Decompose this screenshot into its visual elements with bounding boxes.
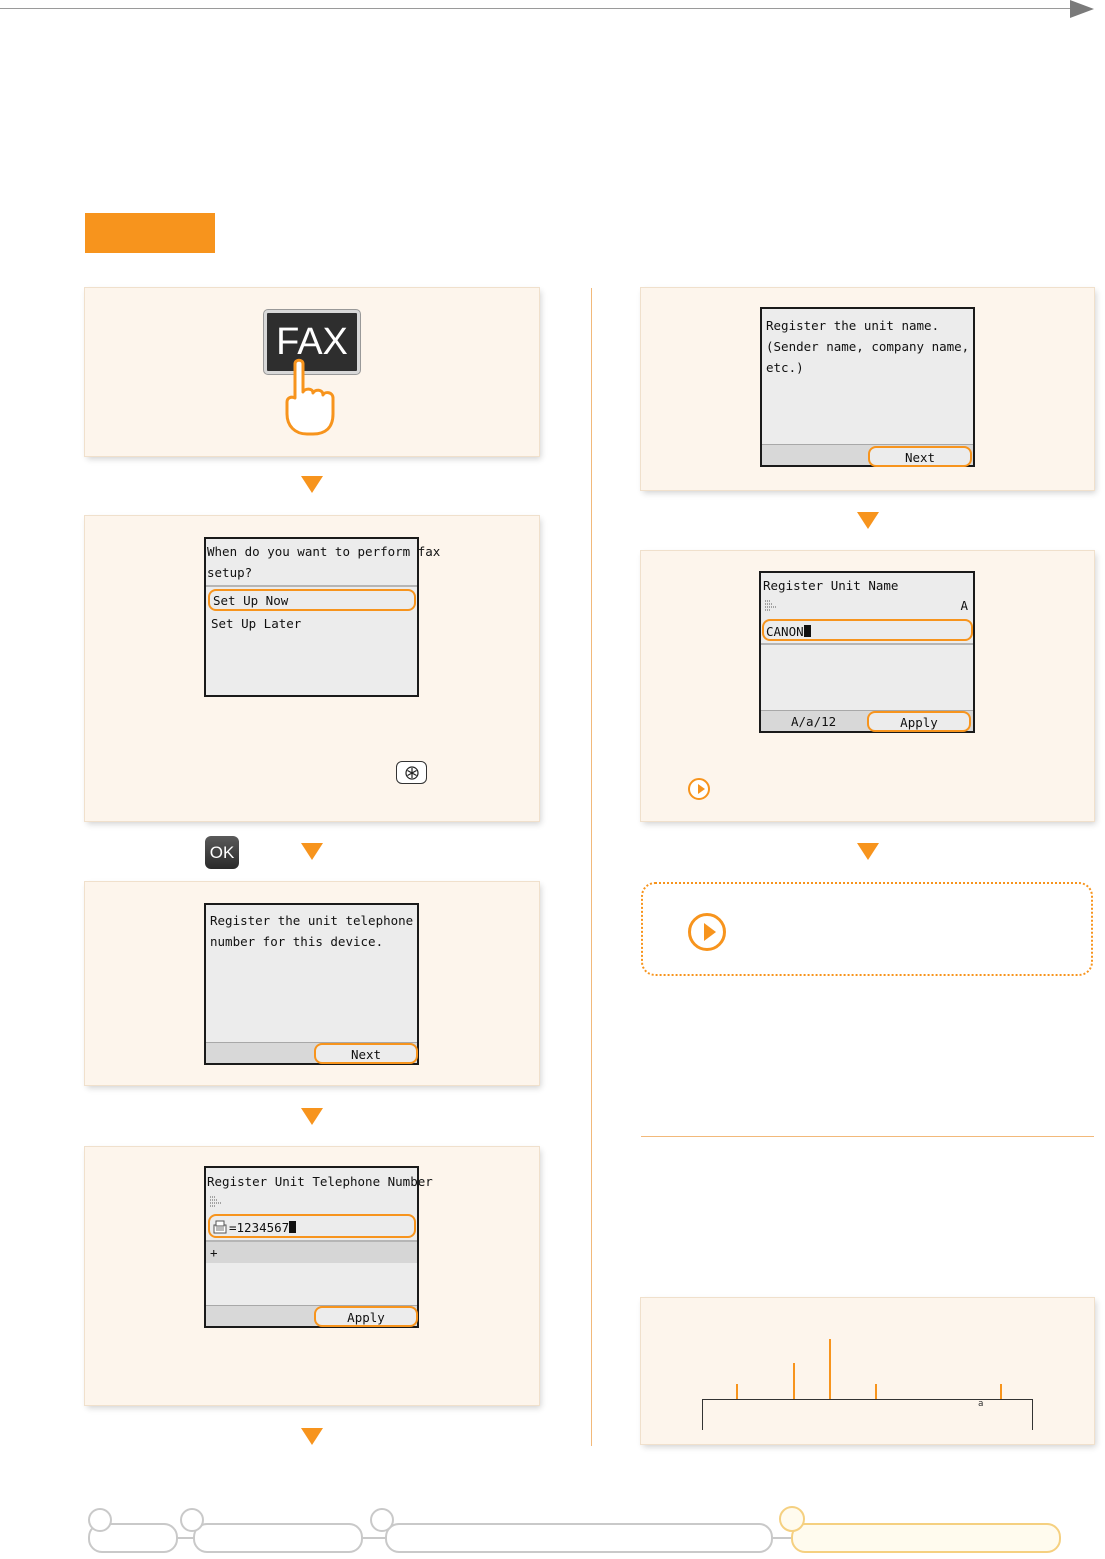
nav-connector [771, 1537, 793, 1539]
name-entry-screen: Register Unit Name A CANON A/a/12 Apply [759, 571, 975, 733]
ruler-tick [736, 1384, 738, 1399]
ruler-tick [875, 1384, 877, 1399]
section-tab [85, 213, 215, 253]
next-button-label: Next [350, 1047, 382, 1062]
set-up-now-label: Set Up Now [213, 593, 289, 608]
finger-press-icon [285, 358, 335, 436]
step-arrow-down-icon [857, 843, 879, 860]
next-button-label: Next [904, 450, 936, 465]
ok-key-label: OK [209, 842, 235, 862]
unit-name-input[interactable]: CANON [762, 619, 973, 641]
nav-step-2[interactable] [193, 1523, 363, 1553]
step-name-entry-panel: Register Unit Name A CANON A/a/12 Apply [641, 551, 1094, 821]
nav-step-2-dot [180, 1508, 204, 1532]
lcd-divider [761, 643, 973, 645]
nav-step-1-dot [88, 1508, 112, 1532]
tone-key-icon[interactable] [396, 761, 427, 784]
plus-symbol: + [210, 1245, 218, 1260]
setup-question-text: When do you want to perform fax setup? [207, 544, 441, 580]
column-divider [591, 288, 592, 1446]
text-cursor [289, 1221, 297, 1233]
apply-button[interactable]: Apply [867, 711, 971, 732]
step-arrow-down-icon [301, 476, 323, 493]
nav-step-3[interactable] [385, 1523, 773, 1553]
apply-button-label: Apply [900, 715, 938, 730]
fax-machine-icon [213, 1220, 227, 1234]
section-divider [641, 1136, 1094, 1137]
reference-arrow-icon [688, 913, 726, 951]
ruler-tick [1000, 1384, 1002, 1399]
set-up-later-option[interactable]: Set Up Later [211, 613, 301, 634]
top-rule [0, 8, 1070, 9]
tel-intro-text: Register the unit telephone number for t… [210, 913, 414, 949]
tel-intro-screen: Register the unit telephone number for t… [204, 903, 419, 1065]
tel-entry-title: Register Unit Telephone Number [207, 1174, 433, 1189]
next-page-arrow-icon [1070, 0, 1094, 18]
input-mode-indicator: A [960, 598, 968, 613]
step-setup-question-panel: When do you want to perform fax setup? S… [85, 516, 539, 821]
setup-question-screen: When do you want to perform fax setup? S… [204, 537, 440, 697]
step-arrow-down-icon [301, 843, 323, 860]
apply-button-label: Apply [347, 1310, 385, 1325]
telephone-number-input[interactable]: = 1234567 [208, 1214, 416, 1238]
ruler-left-edge [702, 1399, 703, 1430]
step-arrow-down-icon [301, 1428, 323, 1445]
set-up-now-option[interactable]: Set Up Now [208, 589, 416, 611]
nav-connector [361, 1537, 387, 1539]
nav-step-4-dot [779, 1506, 805, 1532]
ok-key[interactable]: OK [205, 836, 239, 869]
name-intro-text: Register the unit name. (Sender name, co… [766, 318, 970, 375]
tel-entry-screen: Register Unit Telephone Number = 1234567… [204, 1166, 433, 1328]
unit-name-value: CANON [766, 624, 804, 639]
reference-arrow-icon [688, 778, 710, 800]
tone-symbol-icon [404, 765, 419, 780]
signal-icon [765, 600, 776, 611]
name-intro-screen: Register the unit name. (Sender name, co… [760, 307, 975, 467]
step-tel-entry-panel: Register Unit Telephone Number = 1234567… [85, 1147, 539, 1405]
tel-value: 1234567 [236, 1219, 290, 1235]
header-layout-panel: a [641, 1298, 1094, 1444]
step-fax-key-panel: FAX [85, 288, 539, 456]
nav-step-3-dot [370, 1508, 394, 1532]
apply-button[interactable]: Apply [314, 1306, 418, 1327]
input-mode-toggle[interactable]: A/a/12 [791, 711, 836, 732]
ruler-tick [793, 1363, 795, 1399]
step-arrow-down-icon [857, 512, 879, 529]
step-arrow-down-icon [301, 1108, 323, 1125]
next-button[interactable]: Next [868, 446, 972, 467]
nav-step-4-active[interactable] [791, 1523, 1061, 1553]
signal-icon [210, 1196, 221, 1207]
text-cursor [803, 625, 811, 637]
tel-value-prefix: = [229, 1219, 237, 1235]
ruler-page-label: a [978, 1399, 984, 1409]
plus-row[interactable]: + [206, 1242, 417, 1263]
ruler-right-edge [1032, 1399, 1033, 1430]
next-button[interactable]: Next [314, 1043, 418, 1064]
name-entry-title: Register Unit Name [763, 578, 899, 593]
ruler-tick [829, 1339, 831, 1399]
lcd-divider [206, 585, 417, 587]
reference-note-box [641, 882, 1093, 976]
step-name-intro-panel: Register the unit name. (Sender name, co… [641, 288, 1094, 490]
step-tel-intro-panel: Register the unit telephone number for t… [85, 882, 539, 1085]
